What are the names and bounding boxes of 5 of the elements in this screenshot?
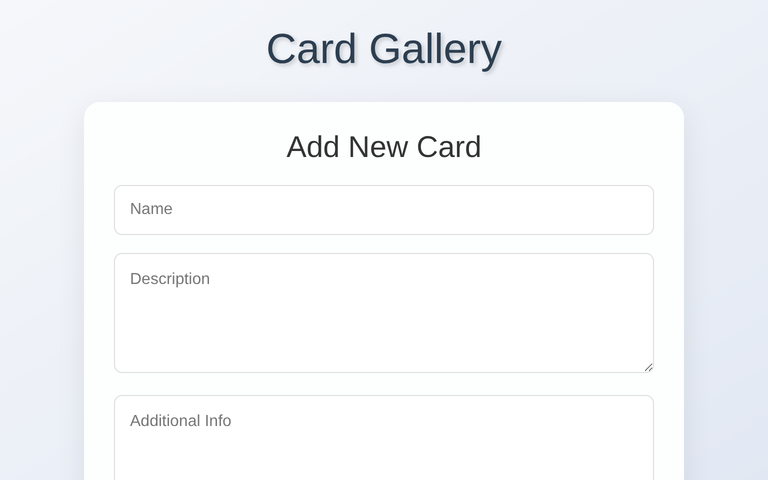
text-area[interactable]: Description	[114, 253, 654, 373]
form-title: Add New Card	[286, 130, 482, 166]
page-title: Card Gallery	[266, 24, 502, 74]
text-field[interactable]: Name	[114, 185, 654, 235]
text-area[interactable]: Additional Info	[114, 395, 654, 480]
